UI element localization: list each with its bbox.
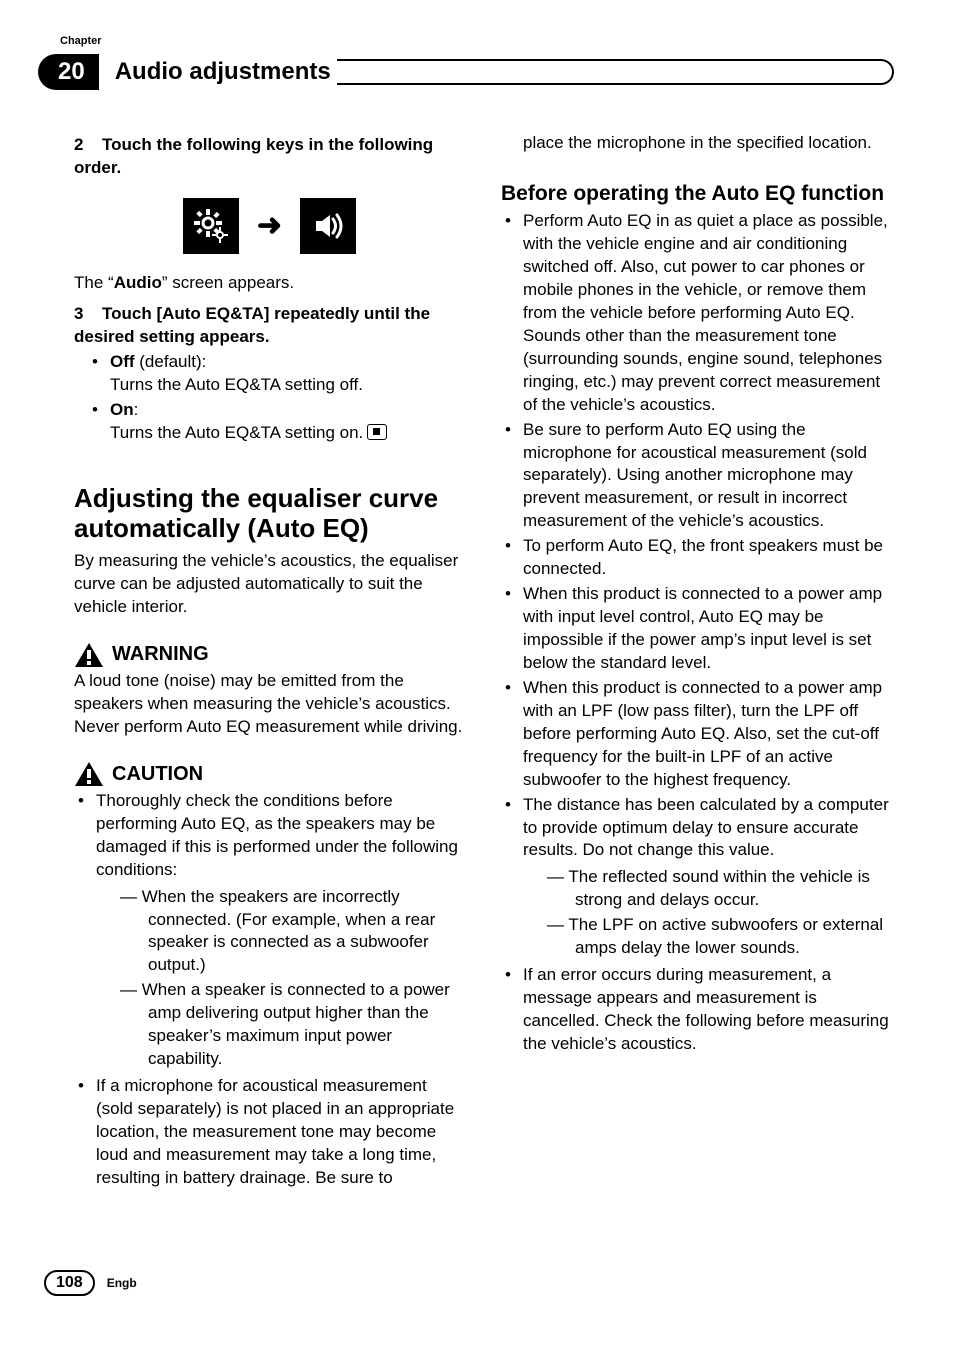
warning-heading: WARNING [74,641,465,668]
caution-bullet-1: Thoroughly check the conditions before p… [96,790,465,1071]
warning-text: A loud tone (noise) may be emitted from … [74,670,465,739]
arrow-icon: ➜ [257,206,282,247]
before-bullet-6-d2: — The LPF on active subwoofers or extern… [547,914,892,960]
step-3-text: Touch [Auto EQ&TA] repeatedly until the … [74,304,430,346]
warning-label: WARNING [112,641,209,668]
end-section-icon [367,424,387,440]
caution-icon [74,761,104,787]
warning-icon [74,642,104,668]
before-operating-list: Perform Auto EQ in as quiet a place as p… [501,210,892,1056]
before-operating-heading: Before operating the Auto EQ function [501,181,892,206]
chapter-number-badge: 20 [38,54,99,90]
audio-icon [300,198,356,254]
before-bullet-6-d1: — The reflected sound within the vehicle… [547,866,892,912]
settings-icon [183,198,239,254]
caution-bullet-2: If a microphone for acoustical measureme… [96,1075,465,1190]
step-2-text: Touch the following keys in the followin… [74,135,433,177]
option-off: Off (default): Turns the Auto EQ&TA sett… [110,351,465,397]
before-bullet-1: Perform Auto EQ in as quiet a place as p… [523,210,892,416]
chapter-header: 20 Audio adjustments [38,52,894,92]
right-column: place the microphone in the specified lo… [501,130,892,1232]
before-bullet-7: If an error occurs during measurement, a… [523,964,892,1056]
page-number: 108 [44,1270,95,1296]
step-number: 3 [74,303,102,326]
before-bullet-6-sublist: — The reflected sound within the vehicle… [523,866,892,960]
header-rule [337,59,894,85]
before-bullet-6: The distance has been calculated by a co… [523,794,892,961]
left-column: 2Touch the following keys in the followi… [74,130,465,1232]
audio-screen-note: The “Audio” screen appears. [74,272,465,295]
chapter-label: Chapter [60,35,102,47]
caution-dash-1: — When the speakers are incorrectly conn… [120,886,465,978]
language-code: Engb [107,1276,137,1290]
section-auto-eq-intro: By measuring the vehicle’s acoustics, th… [74,550,465,619]
before-bullet-3: To perform Auto EQ, the front speakers m… [523,535,892,581]
before-bullet-4: When this product is connected to a powe… [523,583,892,675]
step-number: 2 [74,134,102,157]
chapter-title: Audio adjustments [115,58,331,86]
touch-key-sequence: ➜ [74,198,465,254]
before-bullet-5: When this product is connected to a powe… [523,677,892,792]
caution-label: CAUTION [112,761,203,788]
caution-bullets: Thoroughly check the conditions before p… [74,790,465,1190]
setting-options: Off (default): Turns the Auto EQ&TA sett… [74,351,465,445]
option-off-desc: Turns the Auto EQ&TA setting off. [110,374,465,397]
caution-bullet-2-cont: place the microphone in the specified lo… [523,132,892,155]
caution-heading: CAUTION [74,761,465,788]
before-bullet-2: Be sure to perform Auto EQ using the mic… [523,419,892,534]
page-footer: 108 Engb [44,1270,137,1296]
caution-dash-2: — When a speaker is connected to a power… [120,979,465,1071]
option-on-desc: Turns the Auto EQ&TA setting on. [110,422,465,445]
section-auto-eq-heading: Adjusting the equaliser curve automatica… [74,484,465,544]
step-2: 2Touch the following keys in the followi… [74,134,465,180]
option-on: On: Turns the Auto EQ&TA setting on. [110,399,465,445]
step-3: 3Touch [Auto EQ&TA] repeatedly until the… [74,303,465,349]
caution-dash-list: — When the speakers are incorrectly conn… [96,886,465,1072]
